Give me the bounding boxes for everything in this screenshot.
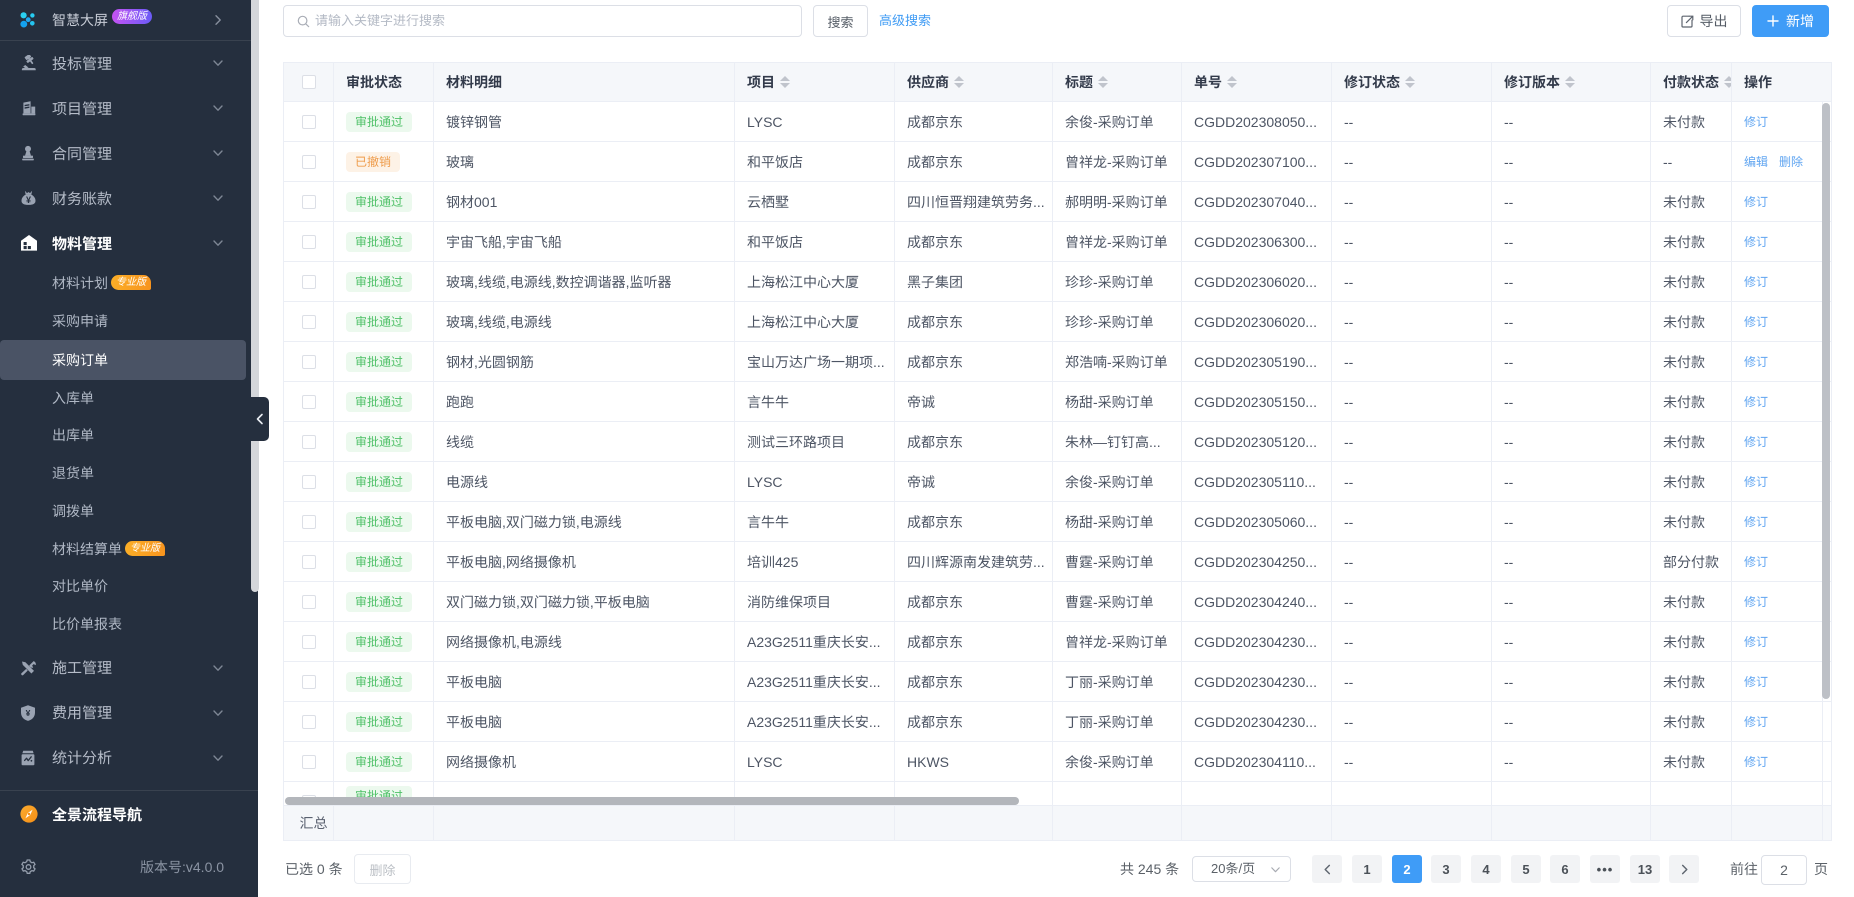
svg-text:¥: ¥ bbox=[26, 707, 31, 717]
svg-text:¥: ¥ bbox=[26, 195, 31, 205]
